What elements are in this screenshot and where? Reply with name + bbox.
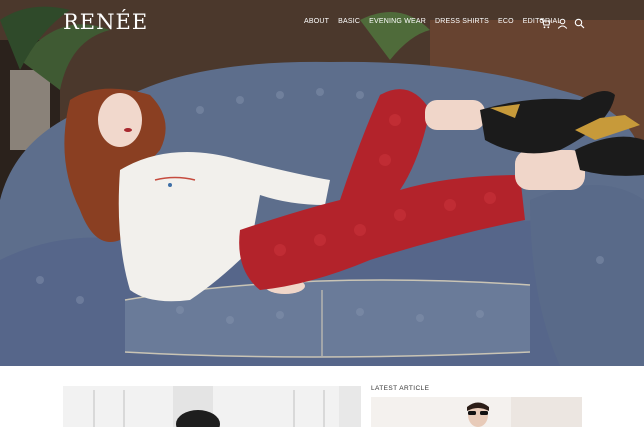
user-icon[interactable]	[557, 16, 568, 29]
brand-logo[interactable]: RENÉE	[63, 10, 148, 34]
search-icon[interactable]	[574, 16, 585, 29]
latest-article-heading: LATEST ARTICLE	[371, 385, 430, 392]
nav-item-dress-shirts[interactable]: DRESS SHIRTS	[435, 18, 489, 25]
hero-banner: RENÉE ABOUT BASIC EVENING WEAR DRESS SHI…	[0, 0, 644, 366]
main-menu: ABOUT BASIC EVENING WEAR DRESS SHIRTS EC…	[304, 18, 570, 25]
featured-image[interactable]	[63, 386, 361, 427]
top-navigation: RENÉE ABOUT BASIC EVENING WEAR DRESS SHI…	[0, 0, 644, 46]
nav-item-evening-wear[interactable]: EVENING WEAR	[369, 18, 426, 25]
featured-photo	[63, 386, 361, 427]
nav-item-about[interactable]: ABOUT	[304, 18, 329, 25]
nav-item-eco[interactable]: ECO	[498, 18, 514, 25]
latest-article-image[interactable]	[371, 397, 582, 427]
hero-image	[0, 0, 644, 366]
header-icons	[540, 16, 585, 29]
cart-icon[interactable]	[540, 16, 551, 29]
content-section: LATEST ARTICLE	[0, 366, 644, 427]
latest-article-photo	[371, 397, 582, 427]
nav-item-basic[interactable]: BASIC	[338, 18, 360, 25]
